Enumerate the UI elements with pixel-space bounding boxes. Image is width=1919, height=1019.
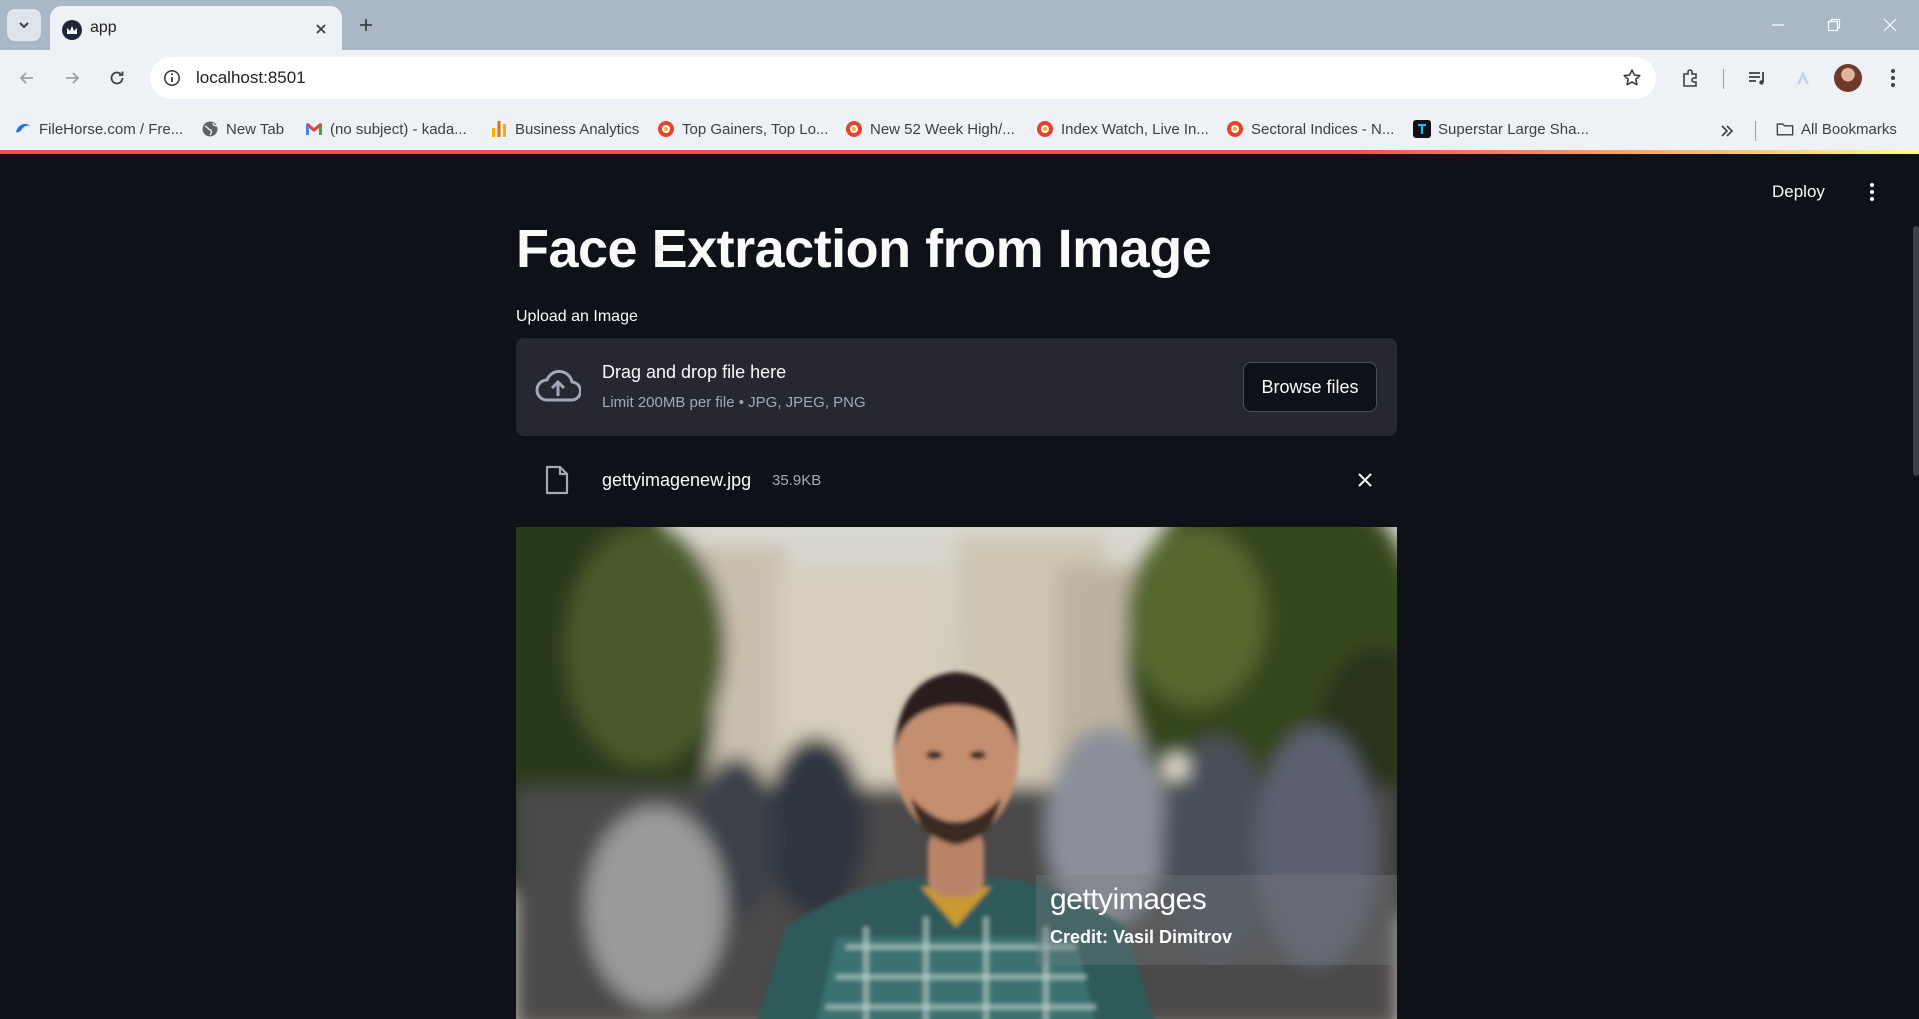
bookmark-item[interactable]: New Tab <box>201 116 284 142</box>
page-title: Face Extraction from Image <box>516 219 1212 279</box>
bookmark-item[interactable]: FileHorse.com / Fre... <box>14 116 183 142</box>
close-icon <box>1883 18 1897 32</box>
gmail-icon <box>305 120 323 138</box>
bookmark-item[interactable]: Sectoral Indices - N... <box>1226 116 1394 142</box>
bookmark-item[interactable]: Business Analytics <box>490 116 639 142</box>
uploader-label: Upload an Image <box>516 308 638 325</box>
close-window-button[interactable] <box>1862 0 1918 50</box>
page-scrollbar[interactable] <box>1913 226 1919 476</box>
browser-tab-strip: app <box>0 0 1919 50</box>
getty-watermark: gettyimages Credit: Vasil Dimitrov <box>1036 875 1397 965</box>
new-tab-button[interactable] <box>352 11 380 39</box>
site-info-icon[interactable] <box>160 66 184 90</box>
url-text[interactable]: localhost:8501 <box>196 68 306 88</box>
bookmark-label: Index Watch, Live In... <box>1061 120 1209 138</box>
folder-icon <box>1776 120 1794 138</box>
bookmark-item[interactable]: New 52 Week High/... <box>845 116 1015 142</box>
arrow-right-icon <box>66 72 80 84</box>
globe-icon <box>201 120 219 138</box>
moneycontrol-icon <box>845 120 863 138</box>
bookmark-label: New 52 Week High/... <box>870 120 1015 138</box>
browse-files-button[interactable]: Browse files <box>1243 362 1377 412</box>
all-bookmarks-label: All Bookmarks <box>1801 120 1897 138</box>
remove-file-icon[interactable] <box>1353 468 1377 492</box>
browser-menu-icon[interactable] <box>1878 63 1908 93</box>
browser-tab[interactable]: app <box>50 6 342 50</box>
file-dropzone[interactable]: Drag and drop file here Limit 200MB per … <box>516 338 1397 436</box>
chevron-down-icon <box>19 22 29 29</box>
extensions-icon[interactable] <box>1676 63 1706 93</box>
trendlyne-icon <box>1413 120 1431 138</box>
bookmark-label: (no subject) - kada... <box>330 120 467 138</box>
bookmark-item[interactable]: (no subject) - kada... <box>305 116 467 142</box>
extension-pinned-icon[interactable] <box>1788 63 1818 93</box>
reload-icon <box>110 71 124 85</box>
cloud-upload-icon <box>534 364 582 408</box>
forward-button[interactable] <box>55 61 89 95</box>
bookmark-label: FileHorse.com / Fre... <box>39 120 184 138</box>
restore-icon <box>1827 18 1841 32</box>
reload-button[interactable] <box>100 61 134 95</box>
close-tab-icon[interactable] <box>310 18 332 40</box>
bookmark-label: Superstar Large Sha... <box>1438 120 1589 138</box>
minimize-window-button[interactable] <box>1750 0 1806 50</box>
streamlit-crown-icon <box>62 20 82 40</box>
media-control-icon[interactable] <box>1742 63 1772 93</box>
main-menu-icon[interactable] <box>1860 180 1884 204</box>
moneycontrol-icon <box>657 120 675 138</box>
streamlit-app: Deploy Face Extraction from Image Upload… <box>0 154 1919 1019</box>
restore-window-button[interactable] <box>1806 0 1862 50</box>
deploy-button[interactable]: Deploy <box>1772 182 1825 202</box>
bookmark-label: Business Analytics <box>515 120 640 138</box>
more-bookmarks-icon[interactable] <box>1714 119 1740 143</box>
tab-title: app <box>90 19 117 36</box>
file-icon <box>543 464 571 496</box>
moneycontrol-icon <box>1036 120 1054 138</box>
moneycontrol-icon <box>1226 120 1244 138</box>
watermark-credit: Credit: Vasil Dimitrov <box>1050 927 1233 947</box>
arrow-left-icon <box>19 72 33 84</box>
address-bar[interactable]: localhost:8501 <box>150 57 1656 99</box>
bookmark-item[interactable]: Index Watch, Live In... <box>1036 116 1209 142</box>
bookmark-item[interactable]: Top Gainers, Top Lo... <box>657 116 828 142</box>
toolbar-divider <box>1723 69 1724 89</box>
bookmarks-divider <box>1755 121 1756 141</box>
tab-search-button[interactable] <box>7 9 41 41</box>
profile-avatar[interactable] <box>1834 64 1862 92</box>
bookmark-item[interactable]: Superstar Large Sha... <box>1413 116 1589 142</box>
uploaded-file-row: gettyimagenew.jpg 35.9KB <box>516 450 1397 506</box>
uploaded-image: gettyimages Credit: Vasil Dimitrov <box>516 527 1397 1019</box>
bookmark-star-icon[interactable] <box>1620 66 1644 90</box>
minimize-icon <box>1772 24 1784 26</box>
bookmark-label: Sectoral Indices - N... <box>1251 120 1395 138</box>
dropzone-instructions: Drag and drop file here <box>602 362 787 382</box>
watermark-brand: gettyimages <box>1050 883 1207 916</box>
uploaded-file-name: gettyimagenew.jpg <box>602 470 752 490</box>
bookmarks-bar: FileHorse.com / Fre... New Tab (no subje… <box>0 107 1919 150</box>
all-bookmarks-button[interactable]: All Bookmarks <box>1776 116 1897 142</box>
browser-toolbar: localhost:8501 <box>0 50 1919 107</box>
bookmark-label: New Tab <box>226 120 285 138</box>
analytics-icon <box>490 120 508 138</box>
dropzone-limit-text: Limit 200MB per file • JPG, JPEG, PNG <box>602 394 866 411</box>
back-button[interactable] <box>10 61 44 95</box>
uploaded-file-size: 35.9KB <box>772 472 822 489</box>
filehorse-icon <box>14 120 32 138</box>
bookmark-label: Top Gainers, Top Lo... <box>682 120 829 138</box>
plus-icon <box>360 19 372 31</box>
